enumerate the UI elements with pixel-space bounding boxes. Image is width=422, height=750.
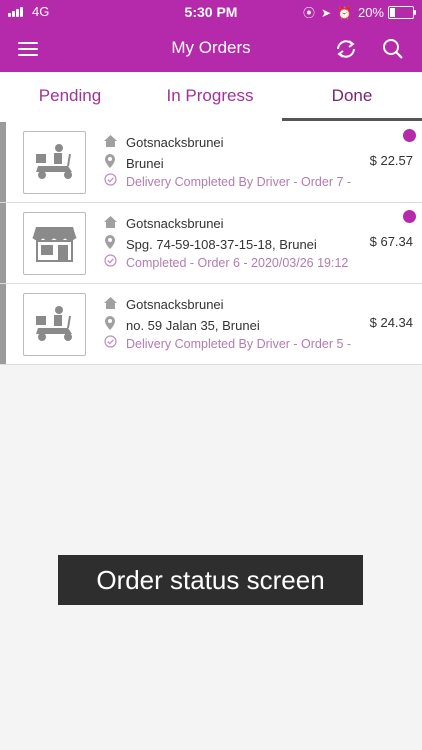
status-bar: 4G 5:30 PM ⦿ ➤ ⏰ 20% <box>0 0 422 24</box>
status-line: Delivery Completed By Driver - Order 5 -… <box>104 335 352 351</box>
order-thumbnail <box>23 293 86 356</box>
tab-pending[interactable]: Pending <box>0 72 140 122</box>
tab-in-progress[interactable]: In Progress <box>140 72 280 122</box>
status-right: ⦿ ➤ ⏰ 20% <box>297 4 416 21</box>
delivery-scooter-icon <box>36 306 72 341</box>
orientation-lock-icon: ⦿ <box>302 6 315 20</box>
order-status: Delivery Completed By Driver - Order 5 -… <box>126 337 352 351</box>
merchant-line: Gotsnacksbrunei <box>104 135 224 150</box>
location-pin-icon <box>104 316 118 333</box>
status-line: Delivery Completed By Driver - Order 7 -… <box>104 173 352 189</box>
delivery-scooter-icon <box>36 144 72 179</box>
tab-done[interactable]: Done <box>282 72 422 122</box>
location-icon: ➤ <box>320 5 332 20</box>
home-icon <box>104 297 118 312</box>
order-price: $ 24.34 <box>369 315 413 330</box>
order-thumbnail <box>23 212 86 275</box>
store-icon <box>32 227 77 262</box>
location-pin-icon <box>104 154 118 171</box>
refresh-icon[interactable] <box>333 36 359 62</box>
home-icon <box>104 216 118 231</box>
merchant-name: Gotsnacksbrunei <box>126 135 224 150</box>
order-address: Brunei <box>126 156 164 171</box>
unread-dot <box>403 129 416 142</box>
unread-dot <box>403 210 416 223</box>
tab-active-indicator <box>282 118 422 121</box>
order-price: $ 22.57 <box>369 153 413 168</box>
check-circle-icon <box>104 254 118 270</box>
home-icon <box>104 135 118 150</box>
address-line: Brunei <box>104 154 164 171</box>
tab-bar: Pending In Progress Done <box>0 72 422 123</box>
merchant-line: Gotsnacksbrunei <box>104 297 224 312</box>
location-pin-icon <box>104 235 118 252</box>
order-address: Spg. 74-59-108-37-15-18, Brunei <box>126 237 317 252</box>
order-status: Completed - Order 6 - 2020/03/26 19:12 <box>126 256 349 270</box>
battery-percent: 20% <box>357 5 384 20</box>
order-thumbnail <box>23 131 86 194</box>
order-row[interactable]: Gotsnacksbrunei Brunei Delivery Complete… <box>0 122 422 203</box>
check-circle-icon <box>104 173 118 189</box>
row-marker <box>0 203 6 283</box>
alarm-icon: ⏰ <box>337 5 352 20</box>
merchant-line: Gotsnacksbrunei <box>104 216 224 231</box>
order-status: Delivery Completed By Driver - Order 7 -… <box>126 175 352 189</box>
merchant-name: Gotsnacksbrunei <box>126 297 224 312</box>
order-row[interactable]: Gotsnacksbrunei Spg. 74-59-108-37-15-18,… <box>0 203 422 284</box>
order-price: $ 67.34 <box>369 234 413 249</box>
search-icon[interactable] <box>381 37 405 61</box>
order-address: no. 59 Jalan 35, Brunei <box>126 318 260 333</box>
order-list: Gotsnacksbrunei Brunei Delivery Complete… <box>0 122 422 365</box>
caption-banner: Order status screen <box>58 555 363 605</box>
battery-icon <box>388 6 416 19</box>
order-row[interactable]: Gotsnacksbrunei no. 59 Jalan 35, Brunei … <box>0 284 422 365</box>
status-line: Completed - Order 6 - 2020/03/26 19:12 <box>104 254 352 270</box>
app-header: 4G 5:30 PM ⦿ ➤ ⏰ 20% My Orders <box>0 0 422 72</box>
address-line: Spg. 74-59-108-37-15-18, Brunei <box>104 235 317 252</box>
check-circle-icon <box>104 335 118 351</box>
nav-bar: My Orders <box>0 24 422 72</box>
row-marker <box>0 122 6 202</box>
address-line: no. 59 Jalan 35, Brunei <box>104 316 260 333</box>
row-marker <box>0 284 6 364</box>
merchant-name: Gotsnacksbrunei <box>126 216 224 231</box>
